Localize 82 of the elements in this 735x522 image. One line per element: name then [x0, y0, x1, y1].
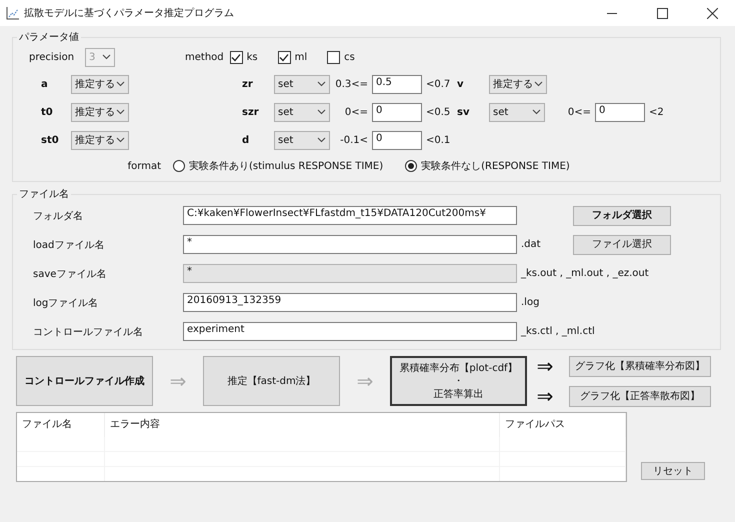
field-label: コントロールファイル名	[33, 326, 144, 338]
text-field[interactable]: experiment	[183, 322, 517, 341]
process-button[interactable]: 推定【fast-dm法】	[203, 356, 340, 406]
checkbox-label: cs	[344, 52, 355, 62]
checkbox-label: ks	[246, 52, 258, 62]
mode-dropdown[interactable]: set	[274, 102, 330, 122]
upper-bound: <0.5	[426, 106, 450, 118]
parameter-label: t0	[41, 106, 54, 118]
parameter-label: d	[242, 134, 250, 146]
field-label: loadファイル名	[33, 238, 106, 252]
select-button[interactable]: フォルダ選択	[573, 206, 671, 226]
method-label: method	[185, 52, 224, 62]
lower-bound: -0.1<	[339, 134, 368, 146]
checkbox-label: ml	[294, 52, 308, 62]
lower-bound: 0.3<=	[334, 78, 368, 90]
maximize-icon	[656, 8, 668, 18]
extension-label: _ks.out , _ml.out , _ez.out	[521, 268, 649, 279]
caret-icon	[317, 81, 326, 87]
caret-icon	[116, 137, 125, 143]
close-icon	[706, 8, 718, 18]
text-field[interactable]: *	[183, 235, 517, 254]
parameter-label: a	[41, 78, 49, 90]
chart-icon	[6, 6, 20, 20]
caret-icon	[317, 109, 326, 115]
value-field[interactable]: 0	[595, 102, 645, 122]
reset-button[interactable]: リセット	[641, 462, 705, 480]
radio-label: 実験条件あり(stimulus RESPONSE TIME)	[189, 160, 384, 173]
group-title: パラメータ値	[18, 31, 80, 44]
mode-dropdown[interactable]: set	[274, 130, 330, 150]
graph-button[interactable]: グラフ化【正答率散布図】	[569, 386, 711, 406]
lower-bound: 0<=	[566, 106, 591, 118]
arrow-icon: ⇒	[340, 371, 390, 391]
caret-icon	[102, 54, 111, 60]
caret-icon	[116, 81, 125, 87]
process-button[interactable]: コントロールファイル作成	[16, 356, 153, 406]
mode-dropdown[interactable]: 推定する	[489, 74, 547, 94]
parameter-label: sv	[457, 106, 470, 118]
caret-icon	[317, 137, 326, 143]
field-label: logファイル名	[33, 296, 100, 310]
caret-icon	[534, 81, 543, 87]
text-field[interactable]: C:¥kaken¥FlowerInsect¥FLfastdm_t15¥DATA120Cut200ms¥	[183, 206, 517, 225]
mode-dropdown[interactable]: 推定する	[71, 130, 129, 150]
text-field[interactable]: 20160913_132359	[183, 293, 517, 312]
parameter-label: st0	[41, 134, 60, 146]
mode-dropdown[interactable]: 推定する	[71, 102, 129, 122]
format-label: format	[126, 160, 162, 172]
graph-button[interactable]: グラフ化【累積確率分布図】	[569, 356, 711, 376]
parameter-label: v	[457, 78, 465, 90]
upper-bound: <0.7	[426, 78, 450, 90]
precision-label: precision	[29, 52, 76, 62]
value-field[interactable]: 0	[372, 130, 422, 150]
arrow-icon: ⇒	[527, 356, 563, 376]
extension-label: _ks.ctl , _ml.ctl	[521, 326, 595, 337]
value-field[interactable]: 0.5	[372, 74, 422, 94]
value-field[interactable]: 0	[372, 102, 422, 122]
group-title: ファイル名	[18, 188, 70, 201]
checkbox[interactable]	[327, 50, 340, 64]
parameter-label: zr	[242, 78, 254, 90]
radio-button[interactable]	[405, 160, 418, 172]
upper-bound: <0.1	[426, 134, 450, 146]
extension-label: .log	[521, 297, 540, 308]
radio-label: 実験条件なし(RESPONSE TIME)	[421, 160, 570, 173]
mode-dropdown[interactable]: set	[274, 74, 330, 94]
lower-bound: 0<=	[344, 106, 368, 118]
process-button[interactable]: 累積確率分布【plot-cdf】 ・ 正答率算出	[390, 356, 527, 406]
arrow-icon: ⇒	[153, 371, 203, 391]
window-title: 拡散モデルに基づくパラメータ推定プログラム	[24, 6, 235, 20]
caret-icon	[532, 109, 541, 115]
checkbox[interactable]	[230, 50, 243, 64]
mode-dropdown[interactable]: set	[489, 102, 545, 122]
caret-icon	[116, 109, 125, 115]
radio-button[interactable]	[173, 160, 185, 172]
field-label: saveファイル名	[33, 268, 108, 280]
arrow-icon: ⇒	[527, 386, 563, 406]
upper-bound: <2	[649, 106, 664, 118]
extension-label: .dat	[521, 239, 541, 250]
checkbox[interactable]	[278, 50, 291, 64]
mode-dropdown[interactable]: 推定する	[71, 74, 129, 94]
text-field[interactable]: *	[183, 264, 517, 283]
select-button[interactable]: ファイル選択	[573, 234, 671, 254]
parameter-label: szr	[242, 106, 260, 118]
field-label: フォルダ名	[33, 210, 84, 222]
